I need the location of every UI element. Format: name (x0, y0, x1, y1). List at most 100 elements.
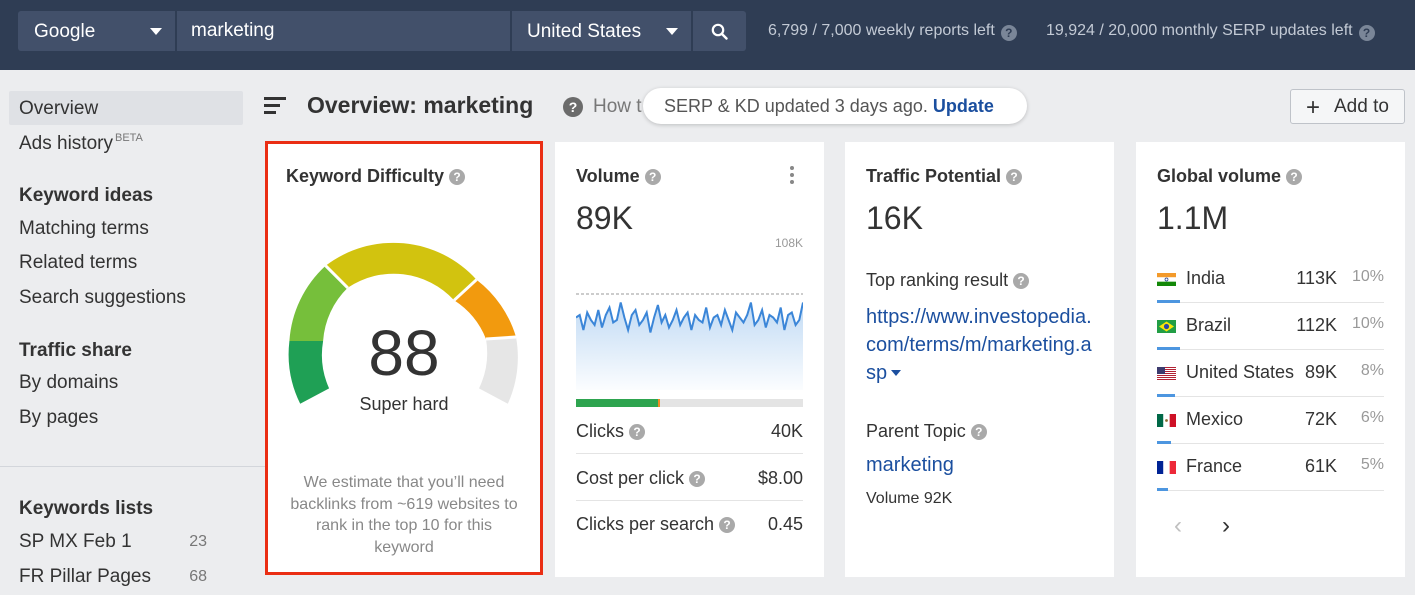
traffic-potential-card: Traffic Potential? 16K Top ranking resul… (845, 142, 1114, 577)
card-title: Volume? (576, 166, 661, 187)
sidebar-item-by-domains[interactable]: By domains (9, 365, 243, 399)
sidebar-item-label: Related terms (19, 252, 138, 273)
country-name: France (1186, 456, 1243, 476)
monthly-serp-text: 19,924 / 20,000 monthly SERP updates lef… (1046, 22, 1353, 39)
brazil-flag-icon (1157, 320, 1176, 333)
more-options-icon[interactable] (790, 166, 794, 187)
beta-badge: BETA (114, 132, 143, 144)
country-name: Brazil (1186, 315, 1232, 335)
update-link[interactable]: Update (933, 96, 994, 116)
help-icon[interactable]: ? (1286, 169, 1303, 185)
card-title-text: Traffic Potential (866, 166, 1002, 186)
help-icon[interactable]: ? (449, 169, 466, 185)
help-icon[interactable]: ? (1000, 25, 1017, 41)
metric-label: Clicks per search (576, 514, 715, 534)
country-row: India 113K 10% (1157, 256, 1384, 303)
sidebar-item-matching-terms[interactable]: Matching terms (9, 211, 243, 245)
sidebar-item-label: Ads history (19, 133, 113, 154)
help-icon[interactable]: ? (1013, 273, 1030, 289)
country-share: 5% (1360, 456, 1384, 473)
sidebar-item-label: Search suggestions (19, 287, 186, 308)
sidebar-item-label: By domains (19, 372, 119, 393)
search-button[interactable] (693, 11, 746, 51)
keyword-search-input[interactable] (177, 11, 510, 51)
help-icon[interactable]: ? (719, 517, 736, 533)
clicks-split-bar (576, 399, 803, 407)
parent-topic-link[interactable]: marketing (866, 454, 954, 477)
help-icon[interactable]: ? (1358, 25, 1375, 41)
sidebar-item-ads-history[interactable]: Ads history BETA (9, 125, 243, 159)
parent-topic-label: Parent Topic? (866, 421, 987, 442)
add-to-button[interactable]: + Add to (1290, 89, 1405, 124)
monthly-serp-quota: 19,924 / 20,000 monthly SERP updates lef… (1046, 22, 1375, 41)
keyword-list-item[interactable]: FR Pillar Pages 68 (9, 559, 243, 593)
gauge-segment-hard (325, 242, 477, 301)
parent-topic-label-text: Parent Topic (866, 421, 966, 441)
organic-clicks-fill (576, 399, 658, 407)
metric-label: Clicks (576, 421, 624, 441)
metric-value: $8.00 (757, 468, 803, 488)
sidebar-item-by-pages[interactable]: By pages (9, 400, 243, 434)
metric-cost-per-click: Cost per click? $8.00 (576, 455, 803, 501)
update-toast: SERP & KD updated 3 days ago. Update (643, 88, 1027, 124)
divider (0, 466, 265, 467)
country-row: Brazil 112K 10% (1157, 303, 1384, 350)
country-value: United States (527, 21, 642, 42)
country-name: India (1186, 268, 1226, 288)
india-flag-icon (1157, 273, 1176, 286)
search-engine-select[interactable]: Google (18, 11, 175, 51)
keyword-list-item[interactable]: SP MX Feb 1 23 (9, 524, 243, 558)
metric-label: Cost per click (576, 468, 685, 488)
plus-icon: + (1306, 94, 1321, 121)
menu-icon[interactable] (264, 97, 286, 118)
help-icon[interactable]: ? (644, 169, 661, 185)
sidebar-item-label: By pages (19, 407, 99, 428)
toast-text: SERP & KD updated 3 days ago. (664, 96, 928, 116)
country-select[interactable]: United States (512, 11, 691, 51)
keyword-list-count: 23 (189, 533, 207, 550)
chevron-right-icon[interactable]: › (1222, 512, 1230, 540)
card-title-text: Global volume (1157, 166, 1282, 186)
chevron-down-icon (150, 28, 162, 35)
help-icon[interactable]: ? (970, 424, 987, 440)
volume-trend-chart (576, 293, 803, 390)
top-ranking-label-text: Top ranking result (866, 270, 1009, 290)
country-name: Mexico (1186, 409, 1244, 429)
country-volume: 89K (1304, 362, 1337, 382)
chart-axis-max: 108K (774, 236, 803, 250)
sidebar-item-related-terms[interactable]: Related terms (9, 245, 243, 279)
card-title-text: Volume (576, 166, 640, 186)
card-title: Traffic Potential? (866, 166, 1023, 187)
weekly-reports-text: 6,799 / 7,000 weekly reports left (768, 22, 995, 39)
volume-card: Volume? 89K 108K Clicks? 40K Cost per cl… (555, 142, 824, 577)
top-ranking-url[interactable]: https://www.investopedia.com/terms/m/mar… (866, 303, 1096, 387)
country-name: United States (1186, 362, 1295, 382)
add-to-label: Add to (1334, 96, 1389, 117)
france-flag-icon (1157, 461, 1176, 474)
search-engine-value: Google (34, 21, 96, 42)
kd-score: 88 (368, 317, 440, 389)
search-icon (711, 23, 728, 40)
chevron-down-icon (666, 28, 678, 35)
country-row: Mexico 72K 6% (1157, 397, 1384, 444)
help-icon[interactable]: ? (563, 97, 583, 117)
metric-value: 0.45 (767, 514, 803, 534)
sidebar-item-overview[interactable]: Overview (9, 91, 243, 125)
country-volume: 113K (1296, 268, 1337, 288)
help-icon[interactable]: ? (629, 424, 645, 440)
chevron-down-icon[interactable] (891, 370, 902, 376)
keyword-difficulty-card: Keyword Difficulty? 88 Super hard We est… (265, 141, 543, 575)
kd-note: We estimate that you’ll need backlinks f… (290, 474, 518, 556)
volume-value: 89K (576, 200, 633, 236)
card-title: Global volume? (1157, 166, 1303, 187)
global-volume-value: 1.1M (1157, 200, 1229, 236)
country-row: United States 89K 8% (1157, 350, 1384, 397)
section-heading-traffic-share: Traffic share (19, 340, 132, 361)
help-icon[interactable]: ? (1006, 169, 1023, 185)
chevron-left-icon[interactable]: ‹ (1174, 512, 1182, 540)
sidebar: Overview Ads history BETA Keyword ideas M… (0, 70, 265, 595)
sidebar-item-label: Overview (19, 98, 99, 119)
how-to-link[interactable]: How t (593, 96, 642, 118)
sidebar-item-search-suggestions[interactable]: Search suggestions (9, 280, 243, 314)
help-icon[interactable]: ? (689, 471, 706, 487)
